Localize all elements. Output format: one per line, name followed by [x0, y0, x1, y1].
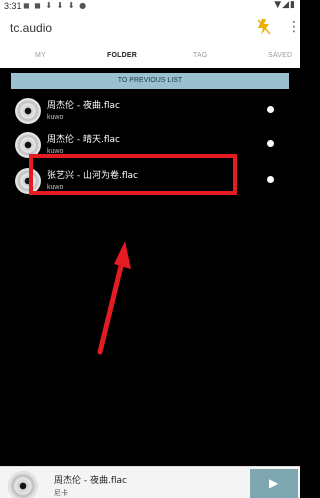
app-bar: tc.audio ⋮: [0, 12, 301, 42]
signal-battery-icons: ▼◢▮: [274, 0, 296, 10]
flash-off-icon[interactable]: [256, 18, 272, 36]
item-options-dot[interactable]: [267, 140, 274, 147]
disc-icon: [15, 98, 41, 124]
tab-saved[interactable]: SAVED: [268, 52, 292, 59]
now-playing-bar[interactable]: 周杰伦 - 夜曲.flac 尼卡 ▶: [0, 466, 300, 498]
more-options-icon[interactable]: ⋮: [287, 19, 301, 37]
item-name: 周杰伦 - 夜曲.flac: [47, 101, 120, 111]
tab-my[interactable]: MY: [35, 52, 46, 59]
now-playing-title: 周杰伦 - 夜曲.flac: [54, 476, 127, 486]
app-title: tc.audio: [10, 21, 53, 35]
tab-tag[interactable]: TAG: [193, 52, 207, 59]
play-button[interactable]: ▶: [250, 469, 298, 498]
disc-icon: [8, 471, 38, 498]
highlight-box: [29, 154, 237, 195]
item-options-dot[interactable]: [267, 106, 274, 113]
play-icon: ▶: [269, 476, 279, 490]
item-artist: kuwo: [47, 114, 64, 121]
status-time: 3:31: [4, 1, 22, 11]
item-options-dot[interactable]: [267, 176, 274, 183]
to-previous-list-button[interactable]: TO PREVIOUS LIST: [11, 73, 289, 89]
now-playing-artist: 尼卡: [54, 489, 68, 497]
item-name: 周杰伦 - 晴天.flac: [47, 135, 120, 145]
tab-folder[interactable]: FOLDER: [107, 52, 137, 59]
list-item[interactable]: 周杰伦 - 夜曲.flac kuwo: [0, 95, 300, 129]
notification-icons: ◼ ◼ ⬇ ⬇ ⬇ ●: [23, 1, 88, 10]
tab-bar: MY FOLDER TAG SAVED: [0, 42, 300, 68]
status-bar: 3:31 ◼ ◼ ⬇ ⬇ ⬇ ● ▼◢▮: [0, 0, 300, 12]
